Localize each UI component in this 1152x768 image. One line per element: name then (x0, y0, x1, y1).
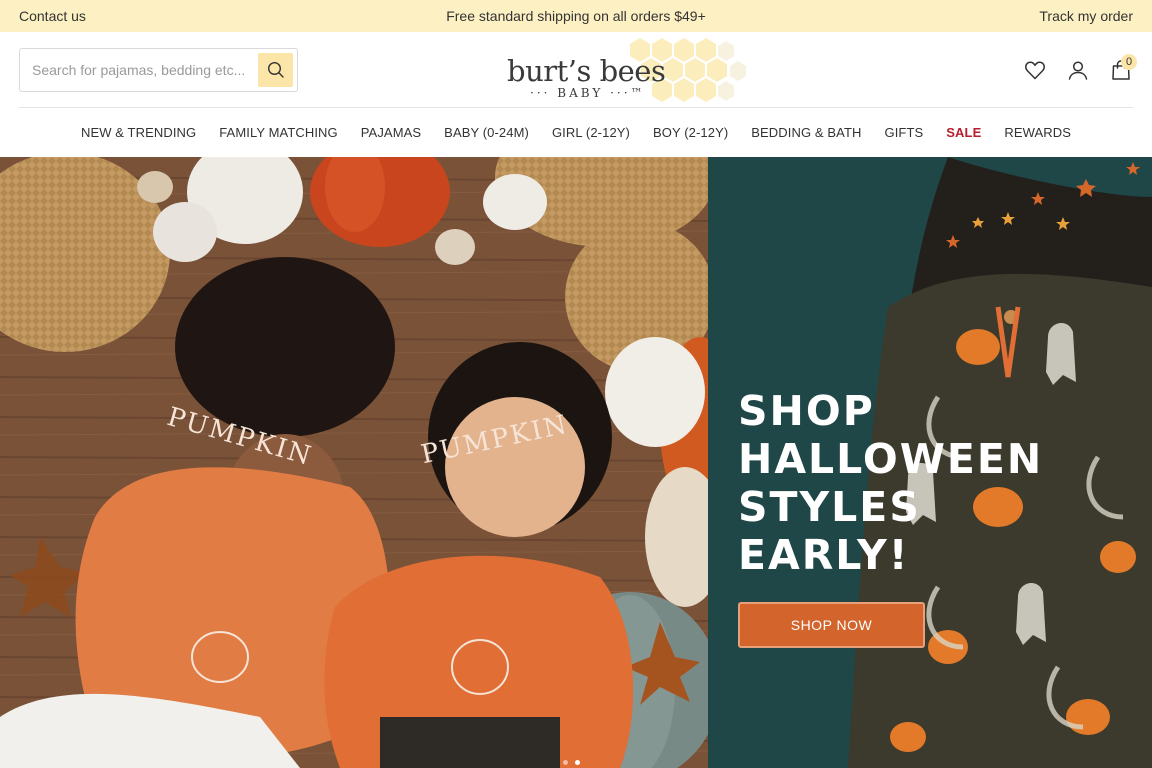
shop-now-button[interactable]: SHOP NOW (738, 602, 925, 648)
heart-icon[interactable] (1023, 58, 1047, 82)
hero-promo-panel: SHOP HALLOWEEN STYLES EARLY! SHOP NOW (708, 157, 1152, 768)
nav-item-girl[interactable]: GIRL (2-12Y) (552, 125, 630, 140)
shipping-promo-text: Free standard shipping on all orders $49… (446, 8, 706, 24)
carousel-dot-1[interactable] (563, 760, 568, 765)
hero-photo-kids: PUMPKIN PUMPKIN (0, 157, 708, 768)
contact-us-link[interactable]: Contact us (19, 8, 86, 24)
hero-headline: SHOP HALLOWEEN STYLES EARLY! (738, 387, 1044, 579)
carousel-dots (563, 760, 580, 765)
user-icon[interactable] (1066, 58, 1090, 82)
nav-item-family-matching[interactable]: FAMILY MATCHING (219, 125, 338, 140)
hero-headline-line-2: HALLOWEEN (738, 435, 1044, 483)
promo-bar: Contact us Free standard shipping on all… (0, 0, 1152, 32)
hero-headline-line-1: SHOP (738, 387, 875, 435)
main-nav: NEW & TRENDING FAMILY MATCHING PAJAMAS B… (0, 108, 1152, 157)
nav-item-bedding-bath[interactable]: BEDDING & BATH (751, 125, 861, 140)
carousel-dot-2[interactable] (575, 760, 580, 765)
logo-wordmark: burt’s bees (507, 54, 666, 88)
promo-center: Free standard shipping on all orders $49… (0, 8, 1152, 24)
search-button[interactable] (258, 53, 293, 87)
nav-item-rewards[interactable]: REWARDS (1004, 125, 1071, 140)
logo-subtitle: ··· BABY ···™ (530, 86, 646, 100)
hero-headline-line-3: STYLES (738, 483, 921, 531)
kids-pumpkin-photo (0, 157, 708, 768)
site-header: burt’s bees ··· BABY ···™ 0 (0, 32, 1152, 108)
search-box (19, 48, 298, 92)
nav-item-new-trending[interactable]: NEW & TRENDING (81, 125, 196, 140)
track-order-link[interactable]: Track my order (1039, 8, 1133, 24)
nav-item-boy[interactable]: BOY (2-12Y) (653, 125, 728, 140)
nav-item-gifts[interactable]: GIFTS (885, 125, 924, 140)
nav-item-pajamas[interactable]: PAJAMAS (361, 125, 421, 140)
hero-headline-line-4: EARLY! (738, 531, 910, 579)
search-input[interactable] (32, 62, 252, 78)
nav-item-sale[interactable]: SALE (946, 125, 981, 140)
hero-banner[interactable]: PUMPKIN PUMPKIN SHOP HALLOWEEN STYLES EA… (0, 157, 1152, 768)
site-logo[interactable]: burt’s bees ··· BABY ···™ (500, 38, 750, 106)
nav-item-baby[interactable]: BABY (0-24M) (444, 125, 529, 140)
cart-count-badge: 0 (1121, 54, 1137, 70)
search-icon (267, 61, 284, 78)
